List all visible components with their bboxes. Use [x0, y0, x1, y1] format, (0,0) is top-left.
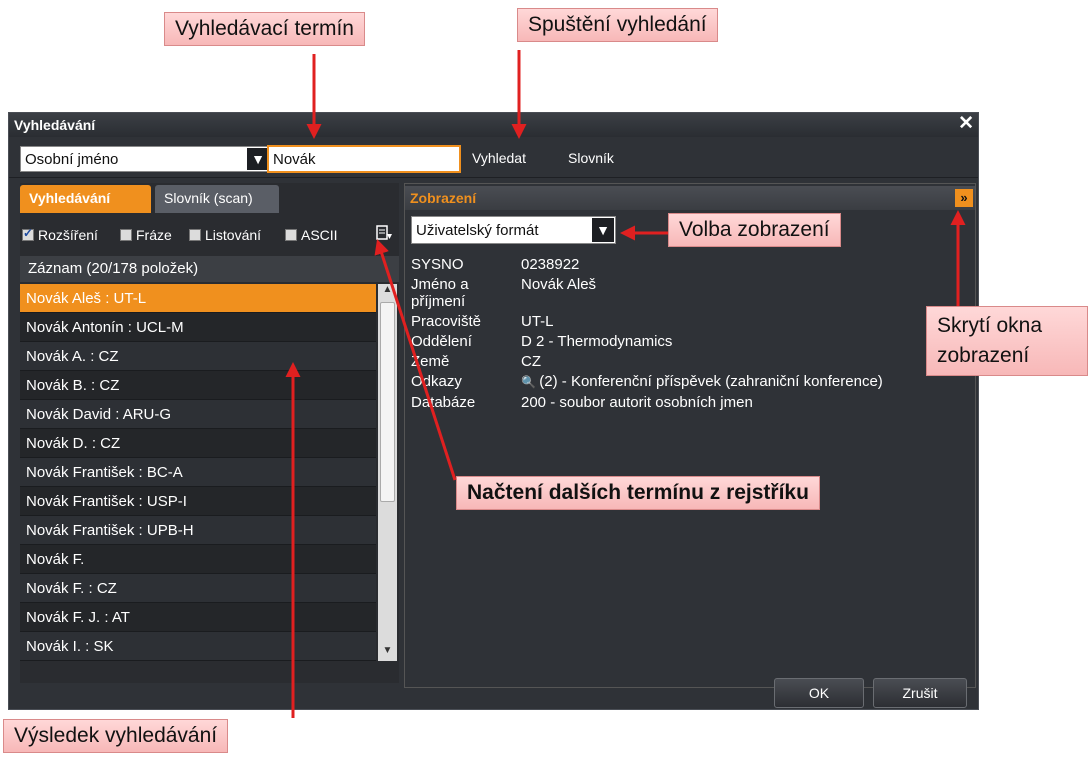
detail-value: UT-L [521, 313, 554, 330]
list-item[interactable]: Novák Antonín : UCL-M [20, 313, 376, 342]
detail-row: Jméno a příjmení Novák Aleš [411, 276, 971, 310]
list-item[interactable]: Novák A. : CZ [20, 342, 376, 371]
callout-run-search: Spuštění vyhledání [517, 8, 718, 42]
detail-row: Odkazy 🔍 (2) - Konferenční příspěvek (zah… [411, 373, 971, 391]
list-item[interactable]: Novák František : USP-I [20, 487, 376, 516]
option-label: Fráze [136, 227, 172, 243]
detail-value: 0238922 [521, 256, 580, 273]
detail-row: Databáze 200 - soubor autorit osobních jm… [411, 394, 971, 411]
tab-search[interactable]: Vyhledávání [20, 185, 151, 213]
option-label: Listování [205, 227, 262, 243]
list-item[interactable]: Novák B. : CZ [20, 371, 376, 400]
callout-hide-view: Skrytí okna zobrazení [926, 306, 1088, 376]
list-item[interactable]: Novák Aleš : UT-L [20, 284, 376, 313]
search-options: Rozšíření Fráze Listování ASCII [20, 220, 399, 248]
option-browse[interactable]: Listování [189, 227, 261, 243]
double-chevron-right-icon[interactable]: » [955, 189, 973, 207]
results-pane: Vyhledávání Slovník (scan) Rozšíření Frá… [20, 183, 399, 683]
list-item[interactable]: Novák David : ARU-G [20, 400, 376, 429]
search-button[interactable]: Vyhledat [472, 150, 526, 166]
checkbox-checked[interactable] [22, 226, 34, 241]
detail-label: Země [411, 353, 450, 370]
ok-button[interactable]: OK [774, 678, 864, 708]
chevron-down-icon[interactable]: ▼ [592, 218, 614, 242]
result-list: Novák Aleš : UT-L Novák Antonín : UCL-M No… [20, 284, 376, 661]
detail-value: D 2 - Thermodynamics [521, 333, 673, 350]
callout-hide-view-line2: zobrazení [937, 344, 1030, 367]
chevron-down-icon[interactable]: ▼ [247, 148, 269, 170]
magnifier-icon[interactable]: 🔍 [521, 375, 539, 389]
option-extension[interactable]: Rozšíření [22, 226, 98, 243]
detail-link[interactable]: 🔍 (2) - Konferenční příspěvek (zahraničn… [521, 373, 971, 391]
detail-row: Země CZ [411, 353, 971, 370]
list-item[interactable]: Novák I. : SK [20, 632, 376, 661]
cancel-button[interactable]: Zrušit [873, 678, 967, 708]
search-dialog: Vyhledávání ✕ Osobní jméno ▼ Vyhledat Sl… [8, 112, 979, 710]
scroll-up-icon[interactable]: ▲ [378, 284, 397, 300]
list-item[interactable]: Novák F. : CZ [20, 574, 376, 603]
detail-row: Pracoviště UT-L [411, 313, 971, 330]
checkbox[interactable] [189, 229, 201, 241]
option-ascii[interactable]: ASCII [285, 227, 338, 243]
callout-search-term: Vyhledávací termín [164, 12, 365, 46]
format-value: Uživatelský formát [416, 222, 539, 239]
detail-value: Novák Aleš [521, 276, 597, 293]
display-pane-header: Zobrazení » [405, 186, 975, 210]
detail-label: Databáze [411, 394, 476, 411]
detail-label: Pracoviště [411, 313, 482, 330]
stage: Vyhledávání ✕ Osobní jméno ▼ Vyhledat Sl… [0, 0, 1092, 757]
scroll-down-icon[interactable]: ▼ [378, 645, 397, 661]
scroll-thumb[interactable] [380, 302, 395, 502]
load-more-icon[interactable] [375, 224, 395, 244]
option-label: ASCII [301, 227, 338, 243]
list-item[interactable]: Novák F. J. : AT [20, 603, 376, 632]
list-item[interactable]: Novák F. [20, 545, 376, 574]
list-item[interactable]: Novák František : UPB-H [20, 516, 376, 545]
detail-label: Oddělení [411, 333, 472, 350]
detail-row: SYSNO 0238922 [411, 256, 971, 273]
close-icon[interactable]: ✕ [958, 113, 974, 135]
search-toolbar: Osobní jméno ▼ Vyhledat Slovník [9, 138, 978, 178]
detail-value: CZ [521, 353, 541, 370]
checkbox[interactable] [120, 229, 132, 241]
dialog-title: Vyhledávání [14, 117, 96, 133]
display-pane: Zobrazení » Uživatelský formát ▼ SYSNO 02… [404, 183, 976, 688]
display-pane-title: Zobrazení [410, 190, 477, 206]
detail-label: Odkazy [411, 373, 462, 390]
list-header: Záznam (20/178 položek) [20, 256, 399, 282]
search-type-select[interactable]: Osobní jméno ▼ [20, 146, 271, 172]
search-input[interactable] [267, 145, 461, 173]
detail-value: 200 - soubor autorit osobních jmen [521, 394, 753, 411]
record-details: SYSNO 0238922 Jméno a příjmení Novák Aleš Pr… [411, 256, 971, 414]
callout-search-result: Výsledek vyhledávání [3, 719, 229, 753]
dictionary-button[interactable]: Slovník [568, 150, 614, 166]
callout-view-choice: Volba zobrazení [668, 213, 841, 247]
list-item[interactable]: Novák František : BC-A [20, 458, 376, 487]
callout-hide-view-line1: Skrytí okna [937, 314, 1043, 337]
option-phrase[interactable]: Fráze [120, 227, 172, 243]
checkbox[interactable] [285, 229, 297, 241]
dialog-titlebar: Vyhledávání ✕ [9, 113, 978, 137]
tab-dictionary-scan[interactable]: Slovník (scan) [155, 185, 279, 213]
detail-row: Oddělení D 2 - Thermodynamics [411, 333, 971, 350]
detail-label: SYSNO [411, 256, 464, 273]
search-type-value: Osobní jméno [25, 151, 119, 168]
format-select[interactable]: Uživatelský formát ▼ [411, 216, 616, 244]
callout-load-more: Načtení dalších termínu z rejstříku [456, 476, 820, 510]
list-scrollbar[interactable]: ▲ ▼ [378, 284, 397, 661]
detail-value: (2) - Konferenční příspěvek (zahraniční … [539, 373, 883, 390]
option-label: Rozšíření [38, 227, 98, 243]
detail-label: Jméno a příjmení [411, 276, 469, 310]
list-item[interactable]: Novák D. : CZ [20, 429, 376, 458]
